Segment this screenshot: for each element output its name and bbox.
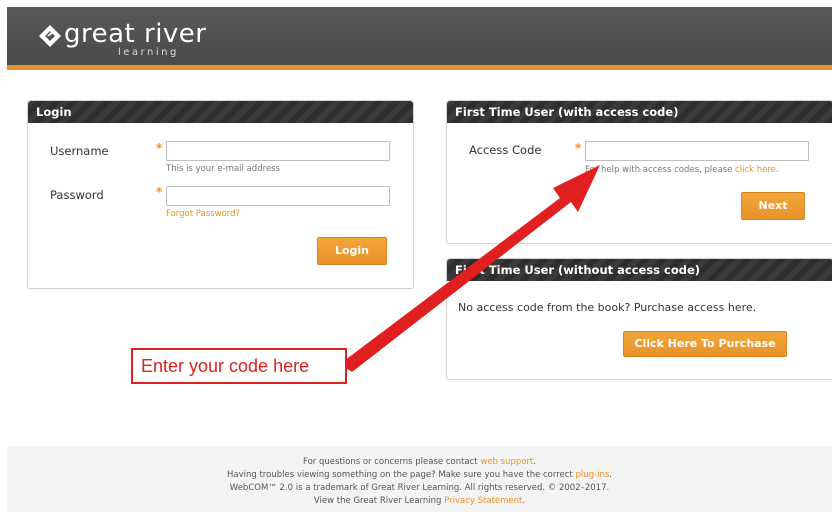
purchase-button[interactable]: Click Here To Purchase (623, 331, 787, 357)
footer-privacy-text: View the Great River Learning (313, 496, 442, 506)
footer-line-plugins: Having troubles viewing something on the… (7, 470, 832, 480)
web-support-link[interactable]: web support (480, 457, 533, 467)
footer-plugins-end: . (609, 470, 612, 480)
access-code-help-text: For help with access codes, please (585, 165, 733, 175)
header-accent-stripe (7, 65, 832, 70)
footer-support-text: For questions or concerns please contact (303, 457, 478, 467)
footer-line-support: For questions or concerns please contact… (7, 457, 832, 467)
annotation-text: Enter your code here (141, 356, 310, 376)
purchase-panel-title: First Time User (without access code) (447, 259, 832, 281)
access-code-help: For help with access codes, please click… (585, 165, 779, 175)
access-code-panel: First Time User (with access code) Acces… (446, 100, 832, 244)
access-code-panel-title: First Time User (with access code) (447, 101, 832, 123)
forgot-password-link[interactable]: Forgot Password? (166, 209, 240, 219)
username-hint: This is your e-mail address (166, 164, 280, 174)
footer: For questions or concerns please contact… (7, 446, 832, 512)
login-panel-title: Login (28, 101, 413, 123)
username-label: Username (50, 144, 109, 158)
logo-diamond-icon (39, 25, 61, 47)
login-button[interactable]: Login (317, 237, 387, 265)
footer-line-trademark: WebCOM™ 2.0 is a trademark of Great Rive… (229, 483, 610, 493)
logo-text: great river (64, 19, 207, 49)
access-code-input[interactable] (585, 141, 809, 161)
password-required-mark: * (156, 185, 163, 199)
password-input[interactable] (166, 186, 390, 206)
footer-privacy-end: . (522, 496, 526, 506)
purchase-panel: First Time User (without access code) No… (446, 258, 832, 380)
username-required-mark: * (156, 141, 163, 155)
footer-support-end: . (533, 457, 536, 467)
plug-ins-link[interactable]: plug-ins (575, 470, 609, 480)
username-input[interactable] (166, 141, 390, 161)
purchase-description: No access code from the book? Purchase a… (458, 301, 757, 314)
access-code-help-end: . (775, 165, 779, 175)
login-panel: Login Username * This is your e-mail add… (27, 100, 414, 289)
access-code-help-link[interactable]: click here (735, 165, 776, 175)
annotation-callout: Enter your code here (131, 348, 347, 384)
header-bar: great river learning (7, 7, 832, 65)
footer-plugins-text: Having troubles viewing something on the… (227, 470, 573, 480)
access-code-label: Access Code (469, 143, 542, 157)
footer-line-privacy: View the Great River Learning Privacy St… (7, 496, 832, 506)
next-button[interactable]: Next (741, 192, 805, 220)
logo-subtext: learning (118, 47, 179, 58)
access-code-required-mark: * (575, 141, 582, 155)
password-label: Password (50, 188, 104, 202)
privacy-statement-link[interactable]: Privacy Statement (444, 496, 522, 506)
